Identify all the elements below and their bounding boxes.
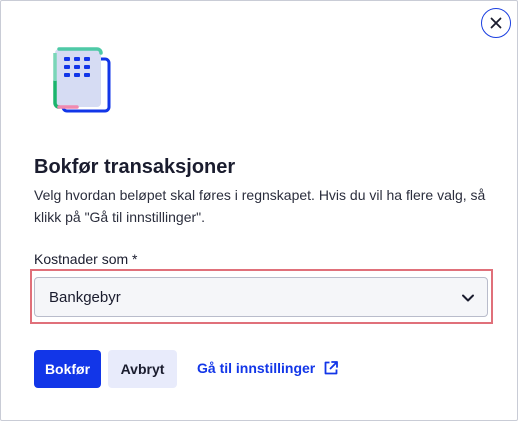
cancel-button[interactable]: Avbryt: [108, 350, 177, 388]
dialog-description: Velg hvordan beløpet skal føres i regnsk…: [34, 187, 486, 225]
settings-link[interactable]: Gå til innstillinger: [197, 360, 339, 376]
bokfor-button[interactable]: Bokfør: [34, 350, 101, 388]
close-button[interactable]: [481, 8, 511, 38]
settings-link-label: Gå til innstillinger: [197, 360, 316, 376]
chevron-down-icon: [462, 294, 474, 302]
document-stack-icon: [53, 47, 111, 113]
cost-type-select[interactable]: Bankgebyr: [34, 277, 488, 317]
close-icon: [490, 17, 502, 29]
cost-type-selected-value: Bankgebyr: [49, 288, 121, 306]
dialog-title: Bokfør transaksjoner: [34, 156, 236, 178]
external-link-icon: [324, 361, 339, 375]
bokfor-dialog: Bokfør transaksjoner Velg hvordan beløpe…: [0, 0, 518, 421]
cost-field-label: Kostnader som *: [34, 251, 138, 267]
